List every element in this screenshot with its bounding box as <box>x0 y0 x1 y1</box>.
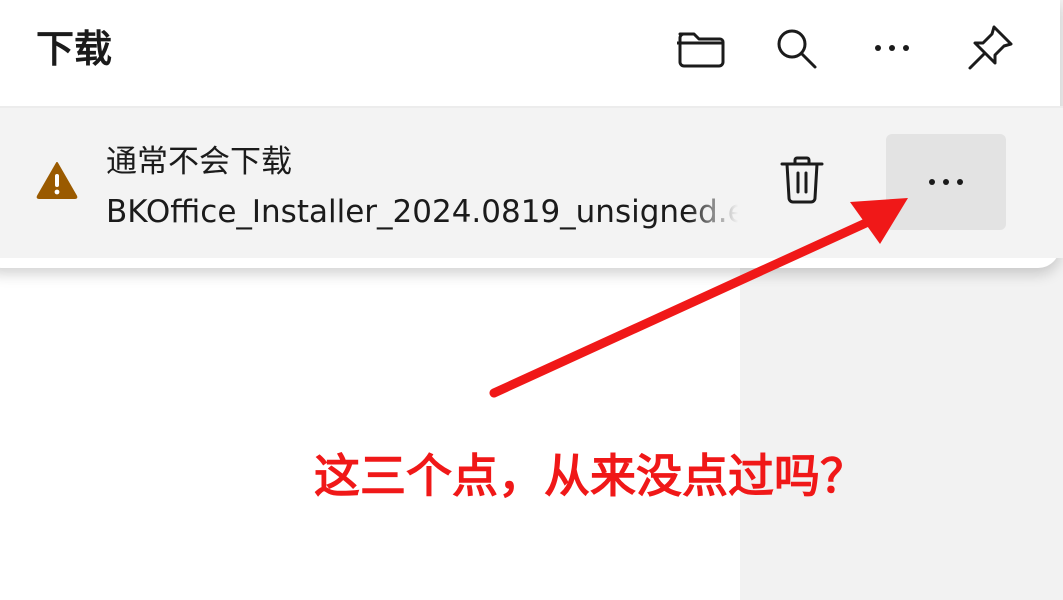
annotation-text: 这三个点，从来没点过吗？ <box>314 449 866 503</box>
search-icon <box>777 29 817 69</box>
pin-panel-button[interactable] <box>962 20 1018 76</box>
search-downloads-button[interactable] <box>768 20 824 76</box>
download-item-more-button[interactable] <box>886 134 1006 230</box>
download-status-text: 通常不会下载 <box>106 144 292 180</box>
more-horizontal-icon <box>929 179 963 185</box>
download-filename[interactable]: BKOffice_Installer_2024.0819_unsigned.ex… <box>106 190 738 234</box>
delete-download-button[interactable] <box>774 150 830 210</box>
more-horizontal-icon <box>875 45 909 51</box>
downloads-header: 下载 <box>0 0 1063 100</box>
more-options-button[interactable] <box>864 20 920 76</box>
panel-title: 下载 <box>36 27 113 71</box>
warning-icon <box>36 160 78 200</box>
open-folder-button[interactable] <box>672 20 728 76</box>
pin-icon <box>968 25 1013 70</box>
folder-icon <box>677 32 725 68</box>
trash-icon <box>780 156 824 204</box>
